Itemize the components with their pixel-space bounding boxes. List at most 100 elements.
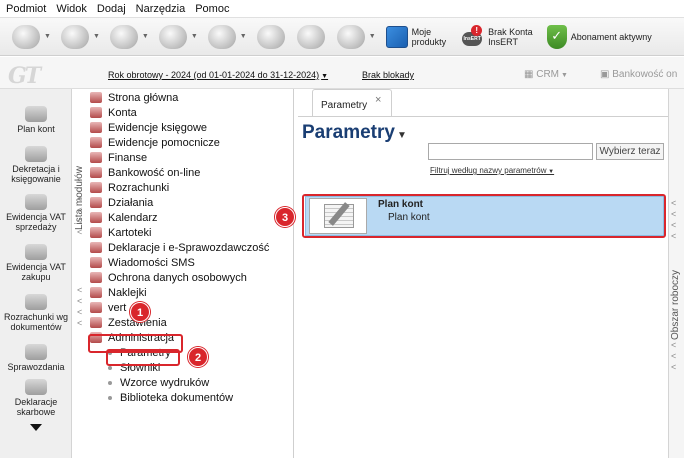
moje-produkty-button[interactable]: Moje produkty — [385, 25, 447, 48]
dekretacja-icon — [25, 146, 47, 162]
privacy-icon — [90, 272, 102, 283]
sidebar-label: Dekretacja i — [12, 164, 60, 174]
sidebar-item-dekretacja[interactable]: Dekretacja i księgowanie — [0, 146, 72, 184]
sidebar-label: Plan kont — [17, 124, 55, 134]
sidebar-label: Ewidencja VAT — [6, 262, 66, 272]
crm-button[interactable]: ▦ CRM ▼ — [524, 69, 568, 80]
moje-produkty-label-2: produkty — [411, 36, 447, 47]
chevron-down-icon[interactable]: ▼ — [191, 33, 198, 40]
chevron-down-icon[interactable]: ▼ — [44, 33, 51, 40]
home-icon — [90, 92, 102, 103]
module-item[interactable]: Ochrona danych osobowych — [90, 270, 269, 285]
chevron-down-icon[interactable]: ▼ — [142, 33, 149, 40]
module-item[interactable]: Kalendarz — [90, 210, 269, 225]
module-item[interactable]: Ewidencje księgowe — [90, 120, 269, 135]
page-title-text: Parametry — [302, 122, 395, 143]
sidebar-item-sprawozdania[interactable]: Sprawozdania — [0, 344, 72, 372]
sms-icon — [90, 257, 102, 268]
cloud-icon[interactable] — [60, 24, 89, 49]
module-item[interactable]: vert — [90, 300, 269, 315]
printer-icon[interactable] — [207, 24, 236, 49]
module-item[interactable]: Zestawienia — [90, 315, 269, 330]
highlight-plan-kont — [302, 194, 666, 238]
help-icon[interactable] — [158, 24, 187, 49]
menu-pomoc[interactable]: Pomoc — [195, 3, 229, 15]
chevron-down-icon[interactable]: ▼ — [93, 33, 100, 40]
module-item[interactable]: Deklaracje i e-Sprawozdawczość — [90, 240, 269, 255]
collapse-left-icon[interactable]: < < < < — [77, 194, 82, 238]
abonament-button[interactable]: ✓ Abonament aktywny — [546, 24, 652, 49]
cube-icon[interactable] — [296, 24, 325, 49]
blokady-link[interactable]: Brak blokady — [362, 70, 414, 80]
sidebar-label: zakupu — [21, 272, 51, 282]
sidebar-item-rozrachunki[interactable]: Rozrachunki wg dokumentów — [0, 294, 72, 332]
module-label: Kartoteki — [108, 226, 152, 239]
module-item[interactable]: Konta — [90, 105, 269, 120]
menu-dodaj[interactable]: Dodaj — [97, 3, 126, 15]
left-sidebar: Plan kont Dekretacja i księgowanie Ewiden… — [0, 89, 72, 458]
module-item[interactable]: Wiadomości SMS — [90, 255, 269, 270]
reports-icon — [90, 317, 102, 328]
module-item[interactable]: Kartoteki — [90, 225, 269, 240]
tab-parametry[interactable]: Parametry × — [312, 89, 392, 117]
chevron-down-icon: ▼ — [546, 169, 555, 175]
folder-icon[interactable] — [336, 24, 365, 49]
menu-widok[interactable]: Widok — [56, 3, 87, 15]
brak-konta-button[interactable]: InsERT ! Brak Konta InsERT — [460, 24, 533, 48]
bank-button[interactable]: ▣ Bankowość on — [600, 69, 677, 80]
wybierz-teraz-button[interactable]: Wybierz teraz — [596, 143, 664, 160]
subitem-label: Biblioteka dokumentów — [120, 391, 234, 404]
bank-online-icon — [90, 167, 102, 178]
workspace-label: Obszar roboczy — [670, 269, 681, 340]
fiscal-year-selector[interactable]: Rok obrotowy - 2024 (od 01-01-2024 do 31… — [108, 70, 328, 80]
app-logo: GT — [8, 63, 41, 89]
sidebar-label: dokumentów — [10, 322, 62, 332]
sidebar-item-vat-zakupu[interactable]: Ewidencja VAT zakupu — [0, 244, 72, 282]
subitem-biblioteka[interactable]: Biblioteka dokumentów — [90, 390, 269, 405]
module-item[interactable]: Działania — [90, 195, 269, 210]
send-icon[interactable] — [12, 24, 40, 49]
module-item[interactable]: Rozrachunki — [90, 180, 269, 195]
sidebar-item-deklaracje[interactable]: Deklaracje skarbowe — [0, 379, 72, 417]
chevron-down-icon[interactable]: ▼ — [240, 33, 247, 40]
sidebar-label: Ewidencja VAT — [6, 212, 66, 222]
module-item[interactable]: Naklejki — [90, 285, 269, 300]
plan-kont-icon — [25, 106, 47, 122]
sidebar-label: Rozrachunki wg — [3, 312, 69, 322]
search-input[interactable] — [428, 143, 593, 160]
sidebar-label: Deklaracje — [14, 397, 58, 407]
deklaracje-icon — [25, 379, 47, 395]
insert-icon: InsERT ! — [460, 24, 484, 48]
sidebar-label: sprzedaży — [15, 222, 57, 232]
page-title[interactable]: Parametry ▼ — [302, 122, 407, 144]
collapse-right-icon[interactable]: < < < < — [671, 198, 676, 242]
module-label: Działania — [108, 196, 154, 209]
actions-icon — [90, 197, 102, 208]
filter-link[interactable]: Filtruj według nazwy parametrów ▼ — [430, 166, 554, 175]
vat-sales-icon — [25, 194, 47, 210]
menu-narzedzia[interactable]: Narzędzia — [136, 3, 186, 15]
globe-icon[interactable] — [256, 24, 285, 49]
sidebar-label: księgowanie — [11, 174, 61, 184]
collapse-left-icon[interactable]: < < < < — [77, 285, 82, 329]
subitem-wzorce[interactable]: Wzorce wydruków — [90, 375, 269, 390]
module-label: Ewidencje księgowe — [108, 121, 208, 134]
context-bar: GT Rok obrotowy - 2024 (od 01-01-2024 do… — [0, 57, 684, 89]
module-label: vert — [108, 301, 127, 314]
brak-konta-label-2: InsERT — [488, 36, 518, 47]
sidebar-item-plan-kont[interactable]: Plan kont — [0, 106, 72, 134]
toolbar: ▼ ▼ ▼ ▼ ▼ ▼ Moje produkty InsERT ! Brak K… — [0, 18, 684, 56]
chevron-down-icon[interactable]: ▼ — [369, 33, 376, 40]
menu-podmiot[interactable]: Podmiot — [6, 3, 46, 15]
module-item[interactable]: Bankowość on-line — [90, 165, 269, 180]
module-item[interactable]: Finanse — [90, 150, 269, 165]
step-badge-1: 1 — [130, 302, 150, 322]
dollar-icon[interactable] — [109, 24, 138, 49]
module-item[interactable]: Strona główna — [90, 90, 269, 105]
collapse-right-icon[interactable]: < < < — [671, 340, 676, 373]
module-item[interactable]: Ewidencje pomocnicze — [90, 135, 269, 150]
close-icon[interactable]: × — [375, 94, 381, 106]
sidebar-item-vat-sprzedazy[interactable]: Ewidencja VAT sprzedaży — [0, 194, 72, 232]
scroll-down-icon[interactable] — [30, 424, 42, 431]
module-label: Deklaracje i e-Sprawozdawczość — [108, 241, 270, 254]
